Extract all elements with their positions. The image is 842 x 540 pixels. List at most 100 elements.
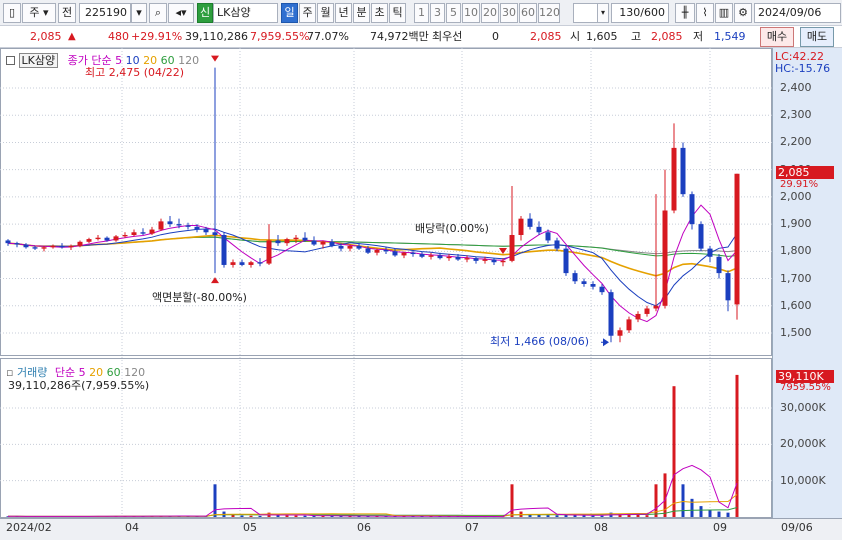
line-type-icon[interactable]: ⌇	[696, 3, 714, 23]
candle-body	[482, 259, 488, 261]
volume-bar	[213, 484, 217, 517]
x-tick-label: 2024/02	[6, 521, 52, 534]
sound-icon[interactable]: ◂▾	[168, 3, 194, 23]
candle-body	[356, 245, 362, 249]
volume-bar	[582, 515, 586, 517]
volume-tick-label: 20,000K	[780, 437, 826, 451]
date-field[interactable]: 2024/09/06	[754, 3, 841, 23]
price-tick-label: 1,700	[780, 271, 812, 285]
volume-bar	[510, 484, 514, 517]
market-select[interactable]: 주 ▾	[22, 3, 56, 23]
interval-tab-3[interactable]: 10	[462, 3, 480, 23]
volume-tick-label: 30,000K	[780, 401, 826, 414]
interval-tab-6[interactable]: 60	[519, 3, 537, 23]
interval-tab-1[interactable]: 3	[430, 3, 445, 23]
grid-icon[interactable]	[6, 56, 15, 65]
search-icon[interactable]: ⌕	[149, 3, 167, 23]
candle-body	[311, 240, 317, 245]
chart-area[interactable]	[0, 48, 772, 518]
volume-bar	[555, 515, 559, 517]
candle-body	[302, 237, 308, 241]
price-tick-label: 1,800	[780, 244, 812, 258]
bar-type-icon[interactable]: ▥	[715, 3, 733, 23]
price-tick-label: 1,900	[780, 217, 812, 231]
candle-body	[158, 221, 164, 230]
period-tab-2[interactable]: 월	[317, 3, 334, 23]
x-tick-label: 05	[243, 521, 257, 534]
prev-button[interactable]: 전	[58, 3, 76, 23]
candle-body	[95, 237, 101, 240]
annotation-high: 최고 2,475 (04/22)	[85, 66, 185, 79]
count-field[interactable]: 130/600	[611, 3, 669, 23]
stock-code-input[interactable]: 225190	[79, 3, 131, 23]
volume-value: 39,110,286	[185, 30, 248, 43]
buy-button[interactable]: 매수	[760, 27, 794, 47]
sell-button[interactable]: 매도	[800, 27, 834, 47]
candle-body	[149, 229, 155, 234]
price-tick-label: 1,500	[780, 326, 812, 339]
price-tick-label: 2,400	[780, 81, 812, 94]
volume-bar	[294, 515, 298, 517]
toolbar: ▯ 주 ▾ 전 225190 ▾ ⌕ ◂▾ 신 LK삼양 ▾ 130/600 ╫…	[0, 0, 842, 26]
interval-dropdown-icon[interactable]: ▾	[597, 3, 609, 23]
market-select-value: 주	[29, 6, 40, 19]
candle-body	[671, 147, 677, 211]
period-tab-5[interactable]: 초	[371, 3, 388, 23]
volume-bar	[690, 498, 694, 517]
period-tab-6[interactable]: 틱	[389, 3, 406, 23]
interval-tab-5[interactable]: 30	[500, 3, 518, 23]
period-tab-3[interactable]: 년	[335, 3, 352, 23]
candle-body	[581, 281, 587, 284]
candle-body	[266, 240, 272, 264]
candle-body	[32, 247, 38, 249]
volume-bar	[546, 515, 550, 517]
price-tick-label: 2,200	[780, 135, 812, 149]
candle-body	[320, 241, 326, 245]
volume-bar	[591, 515, 595, 517]
volume-bar	[726, 512, 730, 517]
period-tab-4[interactable]: 분	[353, 3, 370, 23]
current-price-tag: 2,085	[776, 166, 834, 179]
volume-bar	[681, 484, 685, 517]
price-tick-label: 2,000	[780, 189, 812, 203]
hc-label: HC:-15.76	[775, 62, 831, 75]
credit-badge: 신	[197, 3, 213, 23]
x-tick-label: 09	[713, 521, 727, 534]
volume-bar	[303, 515, 307, 517]
open-label: 시	[570, 30, 581, 43]
interval-tab-2[interactable]: 5	[446, 3, 461, 23]
gear-icon[interactable]: ⚙	[734, 3, 752, 23]
candle-body	[203, 229, 209, 233]
candle-body	[536, 226, 542, 233]
interval-tab-0[interactable]: 1	[414, 3, 429, 23]
candle-body	[518, 218, 524, 235]
code-dropdown-icon[interactable]: ▾	[131, 3, 147, 23]
candle-body	[50, 245, 56, 248]
volume-bar	[240, 515, 244, 517]
candle-body	[329, 241, 335, 246]
candle-body	[509, 235, 515, 261]
candle-body	[131, 232, 137, 235]
current-volume-rate-tag: 7959.55%	[780, 382, 831, 393]
interval-tab-7[interactable]: 120	[538, 3, 560, 23]
candle-body	[77, 241, 83, 246]
candle-body	[644, 308, 650, 314]
current-price: 2,085	[30, 30, 62, 43]
volume-tick-label: 10,000K	[780, 473, 826, 487]
candle-body	[41, 247, 47, 249]
stock-name-field[interactable]: LK삼양	[213, 3, 278, 23]
candle-type-icon[interactable]: ╫	[675, 3, 695, 23]
layout-icon[interactable]: ▯	[3, 3, 21, 23]
candle-body	[401, 252, 407, 256]
period-tab-1[interactable]: 주	[299, 3, 316, 23]
up-arrow-icon: ▲	[68, 31, 76, 42]
period-tab-0[interactable]: 일	[281, 3, 298, 23]
candle-body	[185, 225, 191, 227]
candle-body	[392, 251, 398, 256]
candle-body	[59, 245, 65, 248]
annotation-split: 액면분할(-80.00%)	[152, 291, 247, 304]
quote-bar: 2,085 ▲ 480 +29.91% 39,110,286 7,959.55%…	[0, 26, 842, 48]
volume-bar	[600, 515, 604, 517]
interval-tab-4[interactable]: 20	[481, 3, 499, 23]
candle-body	[14, 243, 20, 245]
